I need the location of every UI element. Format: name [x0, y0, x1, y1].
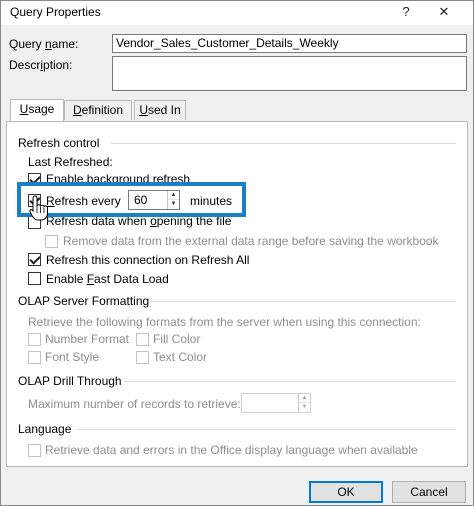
number-format-checkbox[interactable] [28, 333, 41, 346]
language-heading: Language [18, 422, 72, 436]
last-refreshed-label: Last Refreshed: [28, 155, 113, 169]
fill-color-checkbox[interactable] [136, 333, 149, 346]
refresh-control-heading: Refresh control [18, 136, 100, 150]
font-style-checkbox[interactable] [28, 351, 41, 364]
cancel-button[interactable]: Cancel [392, 481, 466, 503]
text-color-checkbox[interactable] [136, 351, 149, 364]
fast-data-load-checkbox[interactable] [28, 272, 41, 285]
olap-formatting-heading: OLAP Server Formatting [18, 294, 150, 308]
olap-drill-divider [124, 381, 456, 382]
title-bar: Query Properties ? ✕ [1, 1, 473, 25]
help-button[interactable]: ? [395, 3, 417, 21]
remove-data-label: Remove data from the external data range… [63, 234, 439, 248]
retrieve-language-label: Retrieve data and errors in the Office d… [45, 443, 418, 457]
query-properties-dialog: Query Properties ? ✕ Query name: Vendor_… [0, 0, 474, 506]
close-button[interactable]: ✕ [433, 3, 455, 21]
olap-formatting-intro: Retrieve the following formats from the … [28, 315, 421, 329]
fill-color-label: Fill Color [153, 332, 201, 346]
highlight-annotation-box [17, 182, 246, 217]
usage-panel: Refresh control Last Refreshed: Enable b… [6, 121, 468, 467]
fast-data-load-label: Enable Fast Data Load [46, 272, 169, 286]
tab-used-in[interactable]: Used In [134, 100, 186, 120]
max-records-spinner[interactable]: ▲ ▼ [241, 393, 311, 413]
spin-down-icon[interactable]: ▼ [299, 403, 310, 412]
refresh-all-checkbox[interactable] [28, 253, 41, 266]
remove-data-checkbox[interactable] [45, 235, 58, 248]
spin-up-icon[interactable]: ▲ [299, 394, 310, 403]
refresh-control-divider [111, 143, 456, 144]
query-name-label: Query name: [9, 37, 79, 51]
text-color-label: Text Color [153, 350, 208, 364]
max-records-spinner-arrows[interactable]: ▲ ▼ [298, 394, 310, 412]
font-style-label: Font Style [45, 350, 100, 364]
query-name-input[interactable]: Vendor_Sales_Customer_Details_Weekly [112, 34, 467, 53]
ok-button[interactable]: OK [309, 481, 383, 503]
language-divider [77, 429, 456, 430]
olap-drill-heading: OLAP Drill Through [18, 374, 122, 388]
max-records-label: Maximum number of records to retrieve: [28, 397, 241, 411]
description-label: Description: [9, 58, 73, 72]
window-title: Query Properties [10, 5, 101, 19]
olap-formatting-divider [150, 301, 456, 302]
tab-definition[interactable]: Definition [64, 100, 132, 120]
tab-usage[interactable]: Usage [10, 99, 64, 121]
number-format-label: Number Format [45, 332, 130, 346]
refresh-all-label: Refresh this connection on Refresh All [46, 253, 250, 267]
description-input[interactable] [112, 56, 467, 91]
retrieve-language-checkbox[interactable] [28, 444, 41, 457]
hand-cursor-icon [29, 195, 48, 221]
